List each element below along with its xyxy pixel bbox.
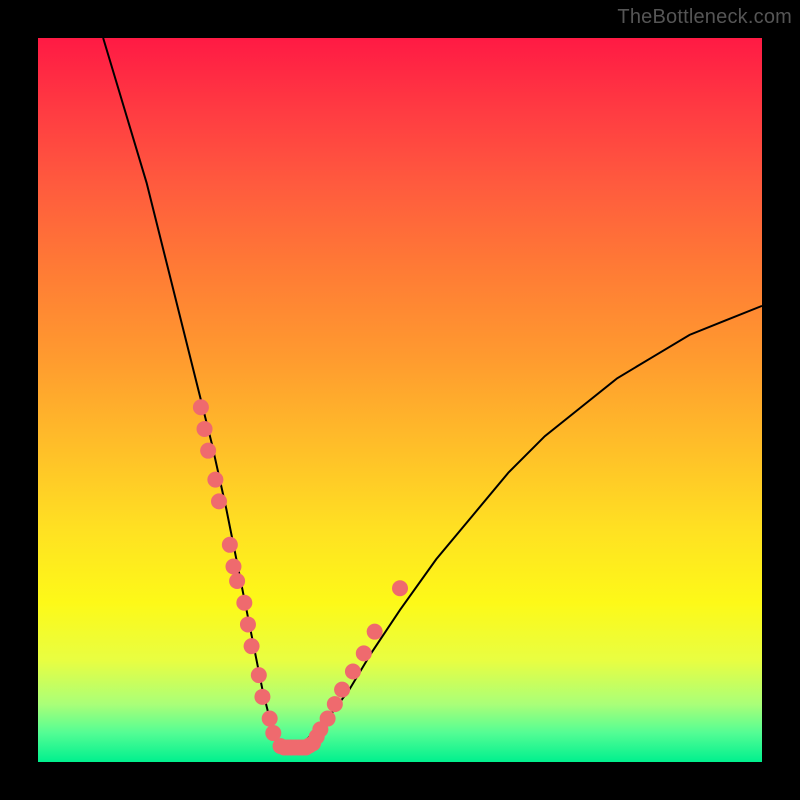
attribution-text: TheBottleneck.com <box>617 6 792 29</box>
scatter-layer <box>193 399 408 755</box>
scatter-point <box>197 421 213 437</box>
scatter-point <box>367 624 383 640</box>
scatter-point <box>254 689 270 705</box>
scatter-point <box>211 493 227 509</box>
scatter-point <box>244 638 260 654</box>
scatter-point <box>229 573 245 589</box>
scatter-point <box>392 580 408 596</box>
plot-area <box>38 38 762 762</box>
scatter-point <box>200 443 216 459</box>
scatter-point <box>334 682 350 698</box>
scatter-point <box>356 645 372 661</box>
series-curve <box>103 38 762 748</box>
scatter-point <box>193 399 209 415</box>
scatter-point <box>262 711 278 727</box>
scatter-point <box>345 664 361 680</box>
chart-svg <box>38 38 762 762</box>
chart-container: TheBottleneck.com <box>0 0 800 800</box>
scatter-point <box>240 616 256 632</box>
scatter-point <box>207 472 223 488</box>
scatter-point <box>225 559 241 575</box>
scatter-point <box>327 696 343 712</box>
scatter-point <box>251 667 267 683</box>
curve-layer <box>103 38 762 748</box>
scatter-point <box>320 711 336 727</box>
scatter-point <box>222 537 238 553</box>
scatter-point <box>236 595 252 611</box>
